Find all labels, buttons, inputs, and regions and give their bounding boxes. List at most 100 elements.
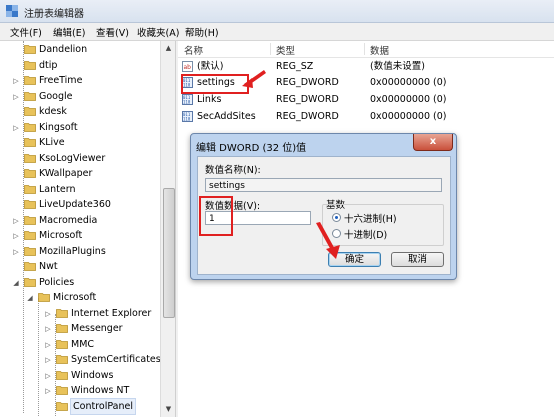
- list-row-default[interactable]: ab (默认) REG_SZ (数值未设置): [178, 59, 554, 74]
- tree-item[interactable]: ▷ Windows: [0, 368, 160, 383]
- menu-view[interactable]: 查看(V): [96, 25, 129, 39]
- tree-item[interactable]: Lantern: [0, 182, 160, 197]
- value-name-label: 数值名称(N):: [205, 165, 261, 176]
- close-button[interactable]: x: [413, 134, 453, 151]
- scroll-thumb[interactable]: [163, 188, 175, 318]
- folder-icon: [24, 246, 36, 256]
- tree-item[interactable]: dtip: [0, 58, 160, 73]
- list-row-links[interactable]: 011 110 Links REG_DWORD 0x00000000 (0): [178, 92, 554, 107]
- tree-item[interactable]: ▷ Internet Explorer: [0, 306, 160, 321]
- tree-item[interactable]: KsoLogViewer: [0, 151, 160, 166]
- tree-expander-icon[interactable]: ▷: [12, 216, 20, 226]
- tree-item[interactable]: ControlPanel: [0, 397, 160, 415]
- annotation-box: [199, 196, 233, 236]
- value-type: REG_DWORD: [276, 77, 339, 88]
- tree-expander-icon[interactable]: ◢: [26, 293, 34, 303]
- tree-expander-icon[interactable]: ▷: [44, 309, 52, 319]
- tree-item-label: KLive: [39, 137, 65, 148]
- value-name: (默认): [197, 61, 224, 72]
- menu-edit[interactable]: 编辑(E): [53, 25, 85, 39]
- tree-expander-icon[interactable]: ▷: [12, 231, 20, 241]
- tree-item-label: Messenger: [71, 323, 123, 334]
- registry-editor-icon: [6, 5, 18, 17]
- dec-radio-label[interactable]: 十进制(D): [344, 227, 387, 241]
- menu-file[interactable]: 文件(F): [10, 25, 42, 39]
- column-separator: [364, 43, 365, 55]
- dialog-title: 编辑 DWORD (32 位)值: [196, 143, 307, 154]
- column-name[interactable]: 名称: [184, 43, 203, 57]
- tree-expander-icon[interactable]: ▷: [44, 340, 52, 350]
- tree-item-label: KsoLogViewer: [39, 152, 106, 164]
- tree-item-label: MozillaPlugins: [39, 245, 106, 257]
- tree-expander-icon[interactable]: ◢: [12, 278, 20, 288]
- value-data: 0x00000000 (0): [370, 77, 447, 88]
- window-title: 注册表编辑器: [24, 9, 84, 20]
- tree-item-label: Macromedia: [39, 214, 98, 226]
- tree-expander-icon[interactable]: ▷: [44, 324, 52, 334]
- tree-scrollbar[interactable]: ▲ ▼: [160, 41, 176, 417]
- folder-icon: [24, 215, 36, 225]
- tree-expander-icon[interactable]: ▷: [12, 92, 20, 102]
- tree-item[interactable]: ▷ Messenger: [0, 321, 160, 336]
- scroll-up-icon[interactable]: ▲: [161, 41, 176, 56]
- registry-tree[interactable]: Dandelion dtip ▷ FreeTime ▷ Google kdesk ▷ Kings…: [0, 41, 175, 417]
- tree-item[interactable]: ▷ Windows NT: [0, 383, 160, 398]
- tree-item-label: Microsoft: [39, 230, 83, 241]
- value-data: (数值未设置): [370, 61, 425, 72]
- annotation-arrow-icon: [316, 222, 340, 259]
- tree-expander-icon[interactable]: ▷: [44, 355, 52, 365]
- tree-item[interactable]: ▷ FreeTime: [0, 73, 160, 88]
- tree-item[interactable]: ▷ MozillaPlugins: [0, 244, 160, 259]
- column-type[interactable]: 类型: [276, 43, 295, 57]
- tree-item-label: Nwt: [39, 261, 58, 272]
- tree-item[interactable]: KLive: [0, 135, 160, 150]
- tree-item[interactable]: KWallpaper: [0, 166, 160, 181]
- title-bar: 注册表编辑器: [0, 0, 554, 23]
- tree-item[interactable]: ◢ Microsoft: [0, 290, 160, 305]
- list-row-secaddsites[interactable]: 011 110 SecAddSites REG_DWORD 0x00000000…: [178, 109, 554, 124]
- folder-icon: [24, 262, 36, 271]
- folder-icon: [56, 324, 68, 333]
- folder-icon: [24, 277, 36, 287]
- value-name: SecAddSites: [197, 111, 256, 122]
- tree-connector: [12, 169, 20, 179]
- tree-item-label: Policies: [39, 276, 75, 288]
- folder-icon: [56, 401, 68, 411]
- folder-icon: [24, 45, 36, 54]
- tree-item[interactable]: ▷ Macromedia: [0, 213, 160, 228]
- hex-radio-label[interactable]: 十六进制(H): [344, 211, 397, 225]
- tree-expander-icon[interactable]: ▷: [12, 76, 20, 86]
- tree-expander-icon[interactable]: ▷: [12, 123, 20, 133]
- tree-item[interactable]: ▷ Microsoft: [0, 228, 160, 243]
- tree-item[interactable]: ▷ SystemCertificates: [0, 352, 160, 367]
- folder-icon: [24, 122, 36, 132]
- string-value-icon: ab: [182, 61, 193, 72]
- tree-connector: [12, 200, 20, 210]
- tree-item[interactable]: ▷ Kingsoft: [0, 120, 160, 135]
- folder-icon: [24, 76, 36, 85]
- tree-connector: [44, 402, 52, 412]
- tree-item[interactable]: ▷ MMC: [0, 337, 160, 352]
- svg-text:110: 110: [183, 100, 191, 105]
- tree-item[interactable]: Nwt: [0, 259, 160, 274]
- svg-text:110: 110: [183, 117, 191, 122]
- cancel-button[interactable]: 取消: [391, 252, 444, 267]
- folder-icon: [56, 308, 68, 318]
- tree-item[interactable]: ▷ Google: [0, 89, 160, 104]
- tree-item[interactable]: LiveUpdate360: [0, 197, 160, 212]
- tree-item-label: LiveUpdate360: [39, 199, 111, 210]
- tree-expander-icon[interactable]: ▷: [44, 371, 52, 381]
- tree-item[interactable]: ◢ Policies: [0, 275, 160, 290]
- folder-icon: [24, 60, 36, 70]
- tree-item-label: kdesk: [39, 106, 67, 117]
- scroll-down-icon[interactable]: ▼: [161, 402, 176, 417]
- tree-connector: [12, 45, 20, 55]
- tree-expander-icon[interactable]: ▷: [44, 386, 52, 396]
- tree-item[interactable]: Dandelion: [0, 42, 160, 57]
- tree-item[interactable]: kdesk: [0, 104, 160, 119]
- column-data[interactable]: 数据: [370, 43, 389, 57]
- tree-expander-icon[interactable]: ▷: [12, 247, 20, 257]
- menu-favorites[interactable]: 收藏夹(A): [137, 25, 179, 39]
- dword-value-icon: 011 110: [182, 111, 193, 122]
- menu-help[interactable]: 帮助(H): [185, 25, 219, 39]
